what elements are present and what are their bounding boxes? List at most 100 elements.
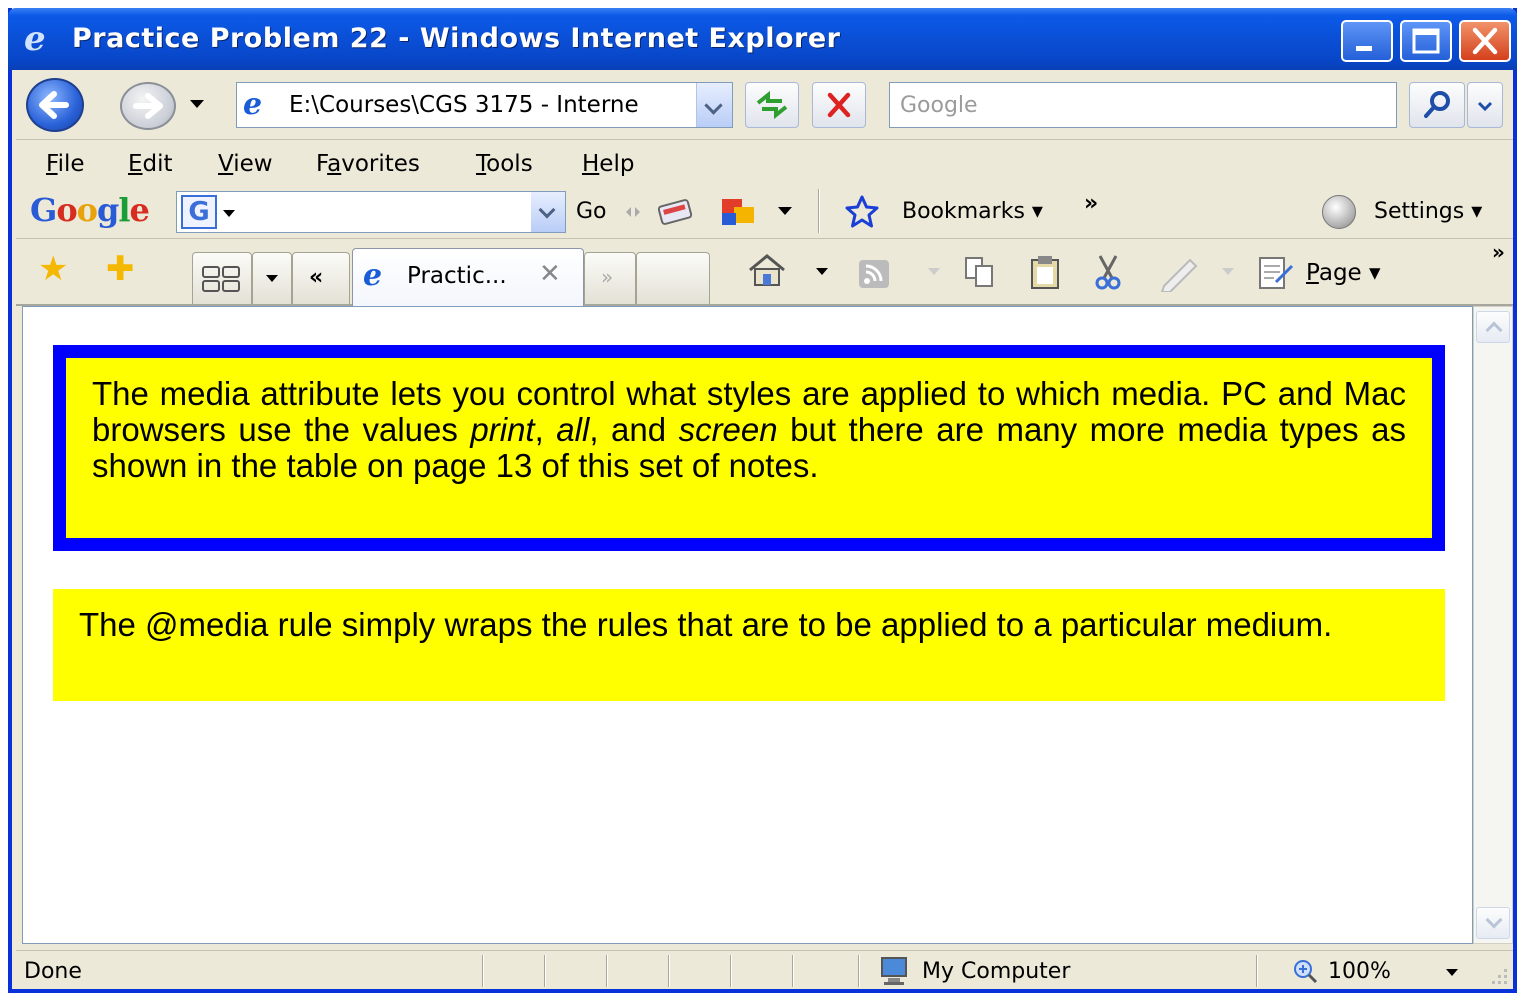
maximize-button[interactable] bbox=[1400, 20, 1452, 62]
bookmarks-button[interactable]: Bookmarks ▾ bbox=[902, 199, 1043, 224]
vertical-scrollbar[interactable] bbox=[1473, 306, 1513, 944]
copy-icon[interactable] bbox=[960, 252, 1000, 292]
zoom-dropdown-icon[interactable] bbox=[1446, 969, 1458, 976]
window-title: Practice Problem 22 - Windows Internet E… bbox=[72, 23, 841, 54]
feeds-icon[interactable] bbox=[856, 258, 896, 292]
minimize-button[interactable] bbox=[1341, 20, 1393, 62]
bookmarks-star-icon bbox=[845, 195, 879, 228]
google-logo-letter: G bbox=[30, 191, 57, 229]
settings-gear-icon bbox=[1322, 195, 1356, 229]
scroll-up-button[interactable] bbox=[1476, 311, 1510, 343]
google-menu-dropdown-icon[interactable] bbox=[223, 210, 235, 217]
resize-grip-icon[interactable] bbox=[622, 197, 644, 227]
status-separator bbox=[858, 955, 860, 987]
google-logo-letter: o bbox=[56, 191, 77, 229]
address-bar[interactable]: e E:\Courses\CGS 3175 - Interne bbox=[236, 82, 733, 128]
zoom-icon[interactable] bbox=[1290, 957, 1324, 985]
media-rule-note-box: The @media rule simply wraps the rules t… bbox=[53, 589, 1445, 701]
page-content[interactable]: The media attribute lets you control wha… bbox=[22, 306, 1473, 944]
toolbar-separator bbox=[818, 189, 820, 233]
autofill-icon[interactable] bbox=[716, 193, 760, 231]
close-tab-icon[interactable]: ✕ bbox=[539, 259, 561, 289]
ie-tab-icon: e bbox=[363, 258, 383, 293]
favorites-center-icon[interactable]: ★ bbox=[38, 250, 68, 288]
search-button[interactable] bbox=[1409, 82, 1465, 128]
menu-tools[interactable]: Tools bbox=[476, 151, 533, 177]
settings-button[interactable]: Settings ▾ bbox=[1374, 199, 1482, 224]
menu-bar: File Edit View Favorites Tools Help bbox=[16, 141, 1513, 187]
forward-arrow-icon bbox=[133, 93, 163, 119]
menu-edit[interactable]: Edit bbox=[128, 151, 173, 177]
minimize-icon bbox=[1356, 46, 1372, 51]
zoom-level[interactable]: 100% bbox=[1328, 959, 1391, 984]
google-go-button[interactable]: Go bbox=[576, 199, 607, 224]
forward-button[interactable] bbox=[120, 82, 176, 130]
scroll-right-icon: » bbox=[601, 265, 614, 289]
paste-icon[interactable] bbox=[1026, 252, 1066, 292]
new-tab-button[interactable] bbox=[636, 252, 710, 304]
feeds-dropdown-icon[interactable] bbox=[928, 268, 940, 275]
browser-window: e Practice Problem 22 - Windows Internet… bbox=[8, 8, 1517, 993]
scroll-tabs-left-button[interactable]: « bbox=[292, 252, 350, 304]
command-bar-more-chevron[interactable]: » bbox=[1492, 240, 1505, 264]
status-separator bbox=[730, 955, 732, 987]
tab-label: Practic... bbox=[407, 263, 507, 289]
scroll-down-button[interactable] bbox=[1476, 907, 1510, 939]
close-window-button[interactable] bbox=[1459, 20, 1511, 62]
scroll-tabs-right-button[interactable]: » bbox=[584, 252, 636, 304]
menu-view[interactable]: View bbox=[218, 151, 273, 177]
google-search-combo[interactable]: G bbox=[176, 191, 566, 233]
back-arrow-icon bbox=[39, 91, 69, 119]
maximize-icon bbox=[1412, 28, 1440, 54]
status-bar: Done My Computer 100% bbox=[16, 950, 1513, 989]
search-options-button[interactable] bbox=[1467, 82, 1503, 128]
popup-blocker-icon[interactable] bbox=[654, 193, 700, 231]
page-menu-button[interactable]: Page ▾ bbox=[1306, 260, 1381, 286]
menu-favorites[interactable]: Favorites bbox=[316, 151, 420, 177]
edit-dropdown-icon[interactable] bbox=[1222, 268, 1234, 275]
back-button[interactable] bbox=[26, 78, 84, 132]
status-separator bbox=[544, 955, 546, 987]
media-attribute-paragraph: The media attribute lets you control wha… bbox=[92, 375, 1406, 484]
recent-pages-dropdown[interactable] bbox=[190, 100, 204, 108]
tab-bar: ★ ✚ « e Practic... ✕ » Page ▾ » bbox=[16, 240, 1513, 306]
title-bar[interactable]: e Practice Problem 22 - Windows Internet… bbox=[8, 8, 1517, 70]
refresh-button[interactable] bbox=[745, 82, 799, 128]
edit-pencil-icon[interactable] bbox=[1154, 252, 1204, 292]
stop-button[interactable] bbox=[812, 82, 866, 128]
tab-list-button[interactable] bbox=[252, 252, 292, 304]
close-icon bbox=[1472, 27, 1498, 55]
page-icon bbox=[1259, 257, 1294, 289]
home-dropdown-icon[interactable] bbox=[816, 268, 828, 275]
media-attribute-note-box: The media attribute lets you control wha… bbox=[53, 345, 1445, 551]
address-input[interactable]: E:\Courses\CGS 3175 - Interne bbox=[289, 92, 679, 118]
google-search-history-dropdown[interactable] bbox=[531, 192, 565, 232]
resize-grip-icon[interactable] bbox=[1486, 963, 1510, 987]
status-separator bbox=[668, 955, 670, 987]
autofill-dropdown-icon[interactable] bbox=[778, 207, 792, 215]
home-icon[interactable] bbox=[744, 250, 790, 290]
google-logo-letter: o bbox=[76, 191, 98, 229]
tab-practice-problem[interactable]: e Practic... ✕ bbox=[352, 248, 584, 306]
google-toolbar-more-chevron[interactable]: » bbox=[1084, 191, 1098, 216]
google-logo: Google bbox=[30, 191, 150, 229]
google-logo-letter: l bbox=[118, 191, 130, 229]
security-zone-label: My Computer bbox=[922, 959, 1071, 984]
google-g-icon[interactable]: G bbox=[181, 195, 217, 229]
search-box[interactable]: Google bbox=[889, 82, 1397, 128]
google-toolbar: Google G Go Bookmarks ▾ » Settings ▾ bbox=[16, 187, 1513, 239]
add-to-favorites-icon[interactable]: ✚ bbox=[106, 250, 135, 288]
address-dropdown-button[interactable] bbox=[696, 83, 732, 127]
status-separator bbox=[606, 955, 608, 987]
quick-tabs-icon bbox=[202, 266, 240, 292]
quick-tabs-button[interactable] bbox=[192, 252, 252, 304]
cut-icon[interactable] bbox=[1088, 252, 1128, 292]
tab-list-dropdown-icon bbox=[266, 275, 278, 282]
search-icon bbox=[1424, 91, 1450, 118]
media-rule-paragraph: The @media rule simply wraps the rules t… bbox=[79, 606, 1333, 643]
menu-help[interactable]: Help bbox=[582, 151, 634, 177]
search-input[interactable]: Google bbox=[900, 93, 978, 118]
status-separator bbox=[792, 955, 794, 987]
menu-file[interactable]: File bbox=[46, 151, 85, 177]
google-logo-letter: g bbox=[97, 191, 119, 229]
